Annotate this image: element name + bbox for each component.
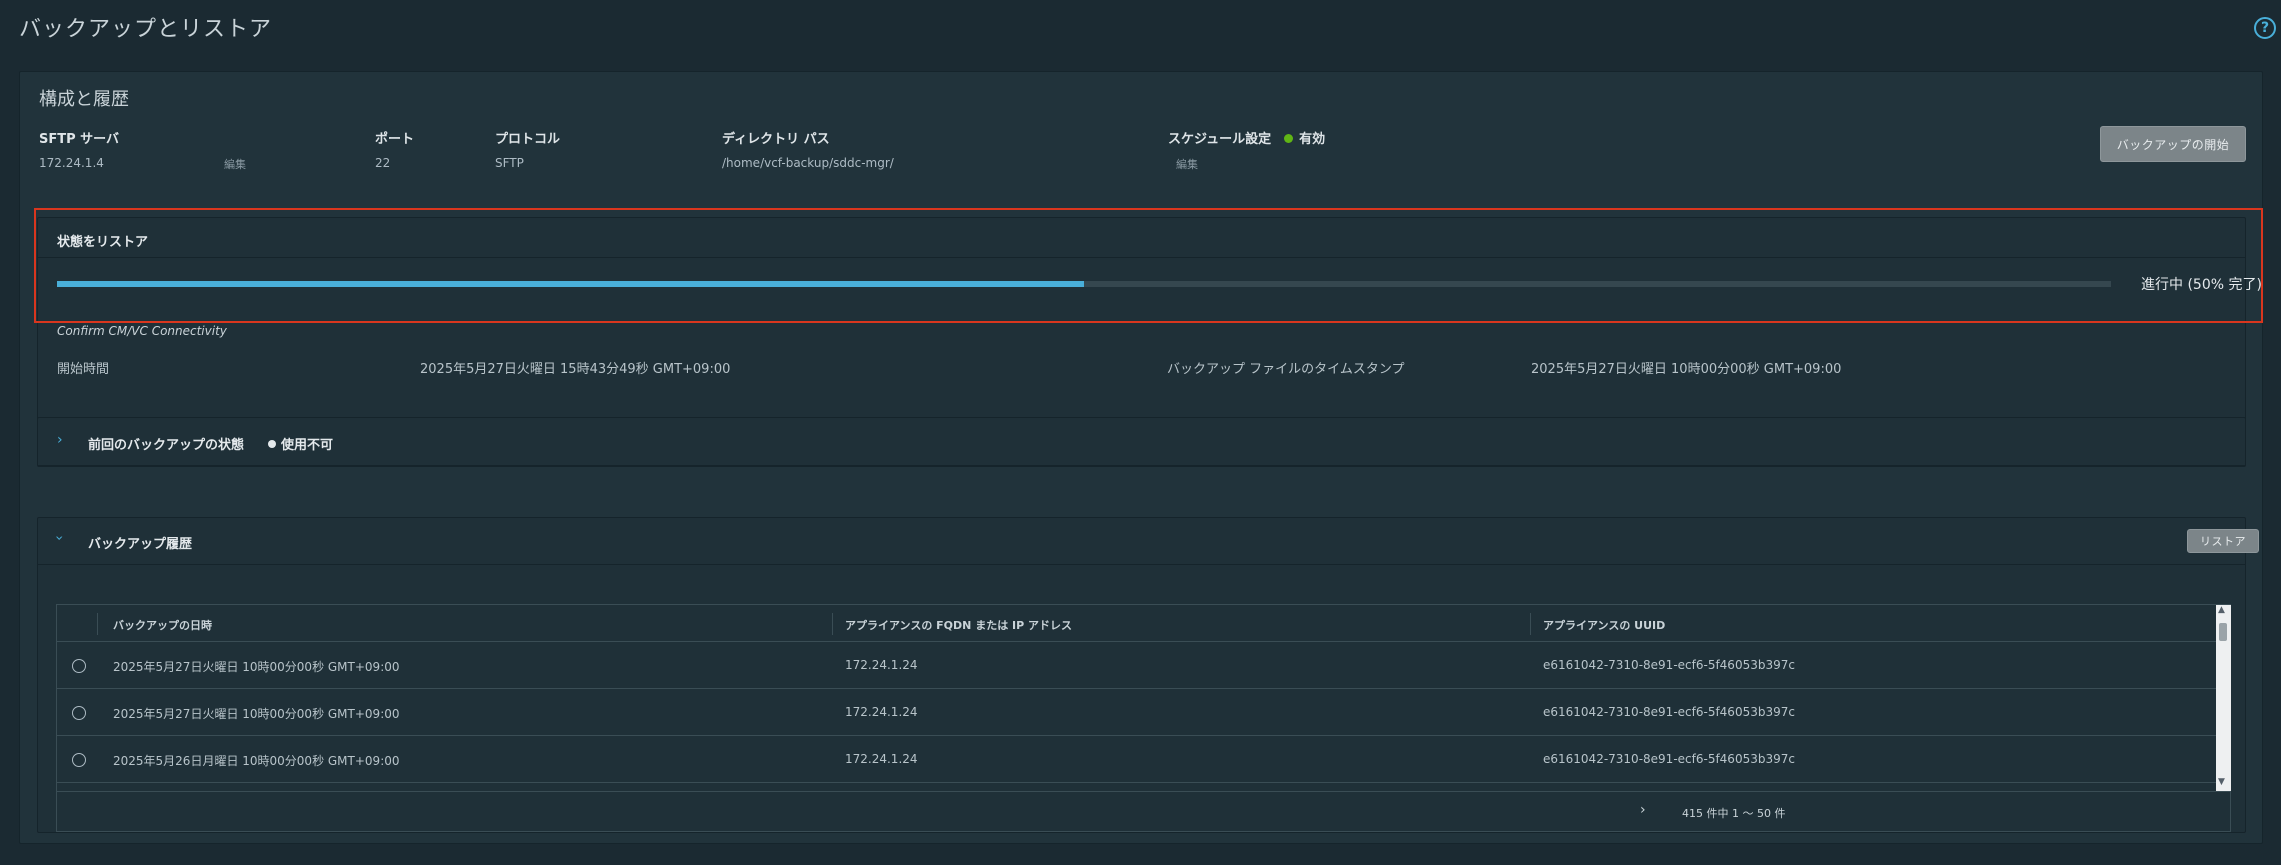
last-backup-status-header[interactable]: › 前回のバックアップの状態 使用不可 (38, 418, 2245, 466)
cell-uuid: e6161042-7310-8e91-ecf6-5f46053b397c (1543, 752, 1795, 766)
help-icon[interactable]: ? (2254, 17, 2276, 39)
last-backup-status-value: 使用不可 (268, 434, 333, 453)
last-backup-status-text: 使用不可 (281, 438, 334, 453)
column-header-uuid[interactable]: アプライアンスの UUID (1543, 617, 1665, 633)
cell-fqdn: 172.24.1.24 (845, 658, 918, 672)
port-value: 22 (375, 156, 391, 170)
port-label: ポート (375, 132, 415, 147)
cell-datetime: 2025年5月27日火曜日 10時00分00秒 GMT+09:00 (113, 660, 400, 674)
table-scrollbar[interactable]: ▲ ▼ (2216, 605, 2231, 791)
restore-progress-bar (57, 281, 2111, 287)
schedule-edit-link[interactable]: 編集 (1176, 156, 1198, 172)
restore-step-text: Confirm CM/VC Connectivity (57, 324, 227, 338)
enabled-status-dot-icon (1284, 134, 1294, 143)
next-page-icon[interactable]: › (1640, 802, 1646, 818)
row-select-radio[interactable] (72, 659, 86, 673)
sftp-server-label: SFTP サーバ (39, 132, 120, 147)
directory-value: /home/vcf-backup/sddc-mgr/ (722, 156, 894, 170)
protocol-field: プロトコル SFTP (495, 128, 560, 170)
chevron-right-icon[interactable]: › (57, 432, 63, 448)
backup-history-title: バックアップ履歴 (88, 537, 193, 552)
schedule-field: スケジュール設定 有効 (1168, 128, 1325, 147)
sftp-server-field: SFTP サーバ 172.24.1.4 (39, 128, 119, 170)
row-select-radio[interactable] (72, 753, 86, 767)
cell-datetime: 2025年5月26日月曜日 10時00分00秒 GMT+09:00 (113, 754, 400, 768)
last-backup-status-section: › 前回のバックアップの状態 使用不可 (37, 417, 2246, 467)
table-row[interactable]: 2025年5月26日月曜日 10時00分00秒 GMT+09:00 172.24… (57, 736, 2216, 783)
start-time-value: 2025年5月27日火曜日 15時43分49秒 GMT+09:00 (420, 362, 731, 377)
cell-datetime: 2025年5月27日火曜日 10時00分00秒 GMT+09:00 (113, 707, 400, 721)
table-row[interactable]: 2025年5月27日火曜日 10時00分00秒 GMT+09:00 172.24… (57, 642, 2216, 689)
column-header-datetime[interactable]: バックアップの日時 (113, 617, 212, 633)
backup-history-header[interactable]: › バックアップ履歴 (38, 518, 2245, 565)
restore-progress-fill (57, 281, 1084, 287)
table-footer: › 415 件中 1 ～ 50 件 (57, 791, 2230, 831)
scroll-down-arrow-icon[interactable]: ▼ (2218, 777, 2225, 787)
last-backup-status-title: 前回のバックアップの状態 (88, 438, 245, 453)
page-title: バックアップとリストア (19, 17, 273, 42)
cell-fqdn: 172.24.1.24 (845, 752, 918, 766)
scroll-thumb[interactable] (2219, 623, 2227, 641)
backup-history-table: バックアップの日時 アプライアンスの FQDN または IP アドレス アプライ… (56, 604, 2231, 832)
protocol-label: プロトコル (495, 132, 561, 147)
row-select-radio[interactable] (72, 706, 86, 720)
table-header: バックアップの日時 アプライアンスの FQDN または IP アドレス アプライ… (57, 605, 2216, 642)
backup-timestamp-label: バックアップ ファイルのタイムスタンプ (1167, 362, 1405, 377)
schedule-label: スケジュール設定 (1168, 132, 1272, 147)
backup-timestamp-value: 2025年5月27日火曜日 10時00分00秒 GMT+09:00 (1531, 362, 1842, 377)
port-field: ポート 22 (375, 128, 414, 170)
chevron-down-icon[interactable]: › (51, 535, 67, 541)
backup-history-section: › バックアップ履歴 リストア バックアップの日時 アプライアンスの FQDN … (37, 517, 2259, 833)
protocol-value: SFTP (495, 156, 524, 170)
scroll-up-arrow-icon[interactable]: ▲ (2218, 605, 2225, 615)
sftp-edit-link[interactable]: 編集 (224, 156, 246, 172)
start-backup-button[interactable]: バックアップの開始 (2100, 126, 2246, 162)
sftp-server-value: 172.24.1.4 (39, 156, 104, 170)
schedule-status: 有効 (1299, 132, 1326, 147)
column-header-fqdn[interactable]: アプライアンスの FQDN または IP アドレス (845, 617, 1072, 633)
card-title: 構成と履歴 (39, 89, 129, 110)
start-time-label: 開始時間 (57, 362, 110, 377)
restore-progress-text: 進行中 (50% 完了) (2141, 277, 2262, 293)
cell-uuid: e6161042-7310-8e91-ecf6-5f46053b397c (1543, 658, 1795, 672)
pagination-text: 415 件中 1 ～ 50 件 (1682, 807, 1786, 820)
table-row[interactable]: 2025年5月27日火曜日 10時00分00秒 GMT+09:00 172.24… (57, 689, 2216, 736)
cell-fqdn: 172.24.1.24 (845, 705, 918, 719)
cell-uuid: e6161042-7310-8e91-ecf6-5f46053b397c (1543, 705, 1795, 719)
directory-field: ディレクトリ パス /home/vcf-backup/sddc-mgr/ (722, 128, 894, 170)
restore-status-title: 状態をリストア (57, 235, 149, 250)
config-history-card: 構成と履歴 SFTP サーバ 172.24.1.4 編集 ポート 22 プロトコ… (19, 71, 2263, 844)
directory-label: ディレクトリ パス (722, 132, 830, 147)
status-dot-icon (268, 440, 276, 448)
restore-button[interactable]: リストア (2187, 529, 2259, 553)
